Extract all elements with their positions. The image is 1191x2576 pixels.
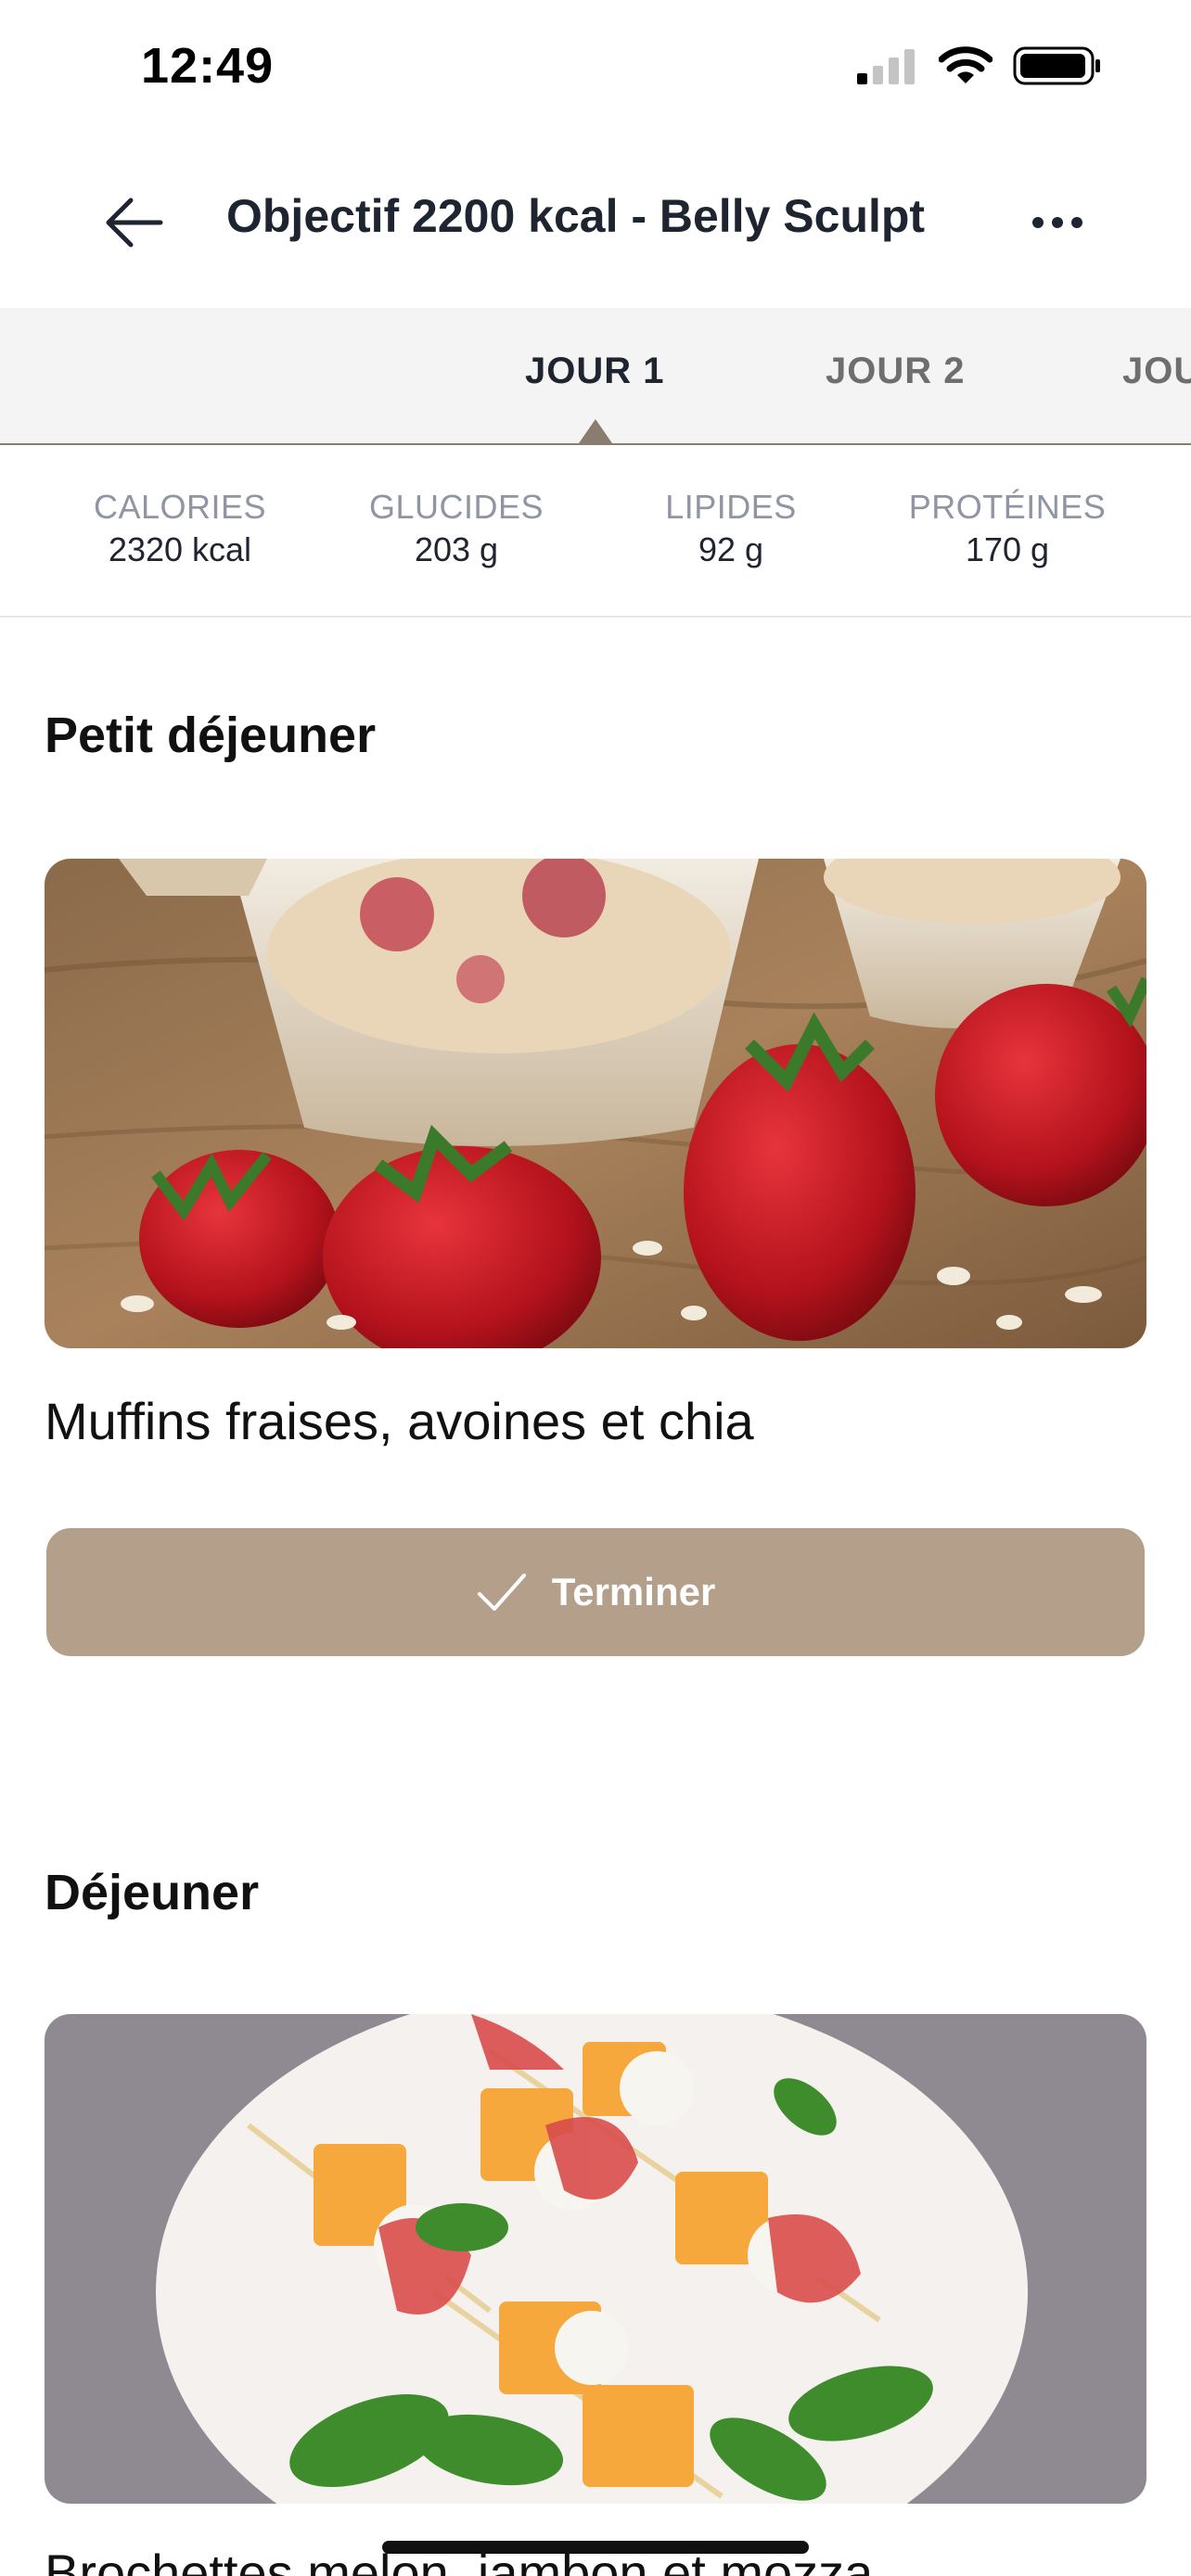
arrow-left-icon [106, 198, 163, 248]
macro-label: PROTÉINES [908, 488, 1107, 526]
status-icons [857, 46, 1102, 85]
home-indicator [382, 2541, 809, 2554]
melon-ham-skewers-photo [45, 2014, 1146, 2504]
macro-summary: CALORIES 2320 kcal GLUCIDES 203 g LIPIDE… [0, 445, 1191, 618]
status-bar: 12:49 [0, 0, 1191, 139]
cellular-signal-icon [857, 49, 915, 84]
page-title: Objectif 2200 kcal - Belly Sculpt [226, 190, 926, 242]
terminer-button[interactable]: Terminer [46, 1528, 1145, 1656]
macro-calories: CALORIES 2320 kcal [59, 488, 301, 569]
macro-label: LIPIDES [665, 488, 797, 526]
checkmark-icon [477, 1574, 526, 1611]
wifi-icon [939, 46, 992, 83]
macro-value: 170 g [965, 530, 1050, 568]
section-title-breakfast: Petit déjeuner [45, 708, 377, 763]
macro-label: CALORIES [93, 488, 267, 526]
more-horizontal-icon [1032, 217, 1082, 228]
macro-value: 203 g [414, 530, 499, 568]
macro-proteines: PROTÉINES 170 g [887, 488, 1128, 569]
macro-lipides: LIPIDES 92 g [610, 488, 852, 569]
more-options-button[interactable] [1020, 195, 1095, 250]
macro-value: 92 g [698, 530, 764, 568]
status-time: 12:49 [141, 38, 275, 94]
meal-name-muffins[interactable]: Muffins fraises, avoines et chia [45, 1391, 754, 1451]
day-tabs: JOUR 1 JOUR 2 JOUR 3 [0, 308, 1191, 445]
nav-header: Objectif 2200 kcal - Belly Sculpt [0, 139, 1191, 308]
meal-image-brochettes[interactable] [45, 2014, 1146, 2504]
macro-label: GLUCIDES [368, 488, 544, 526]
terminer-button-label: Terminer [551, 1570, 716, 1613]
section-title-lunch: Déjeuner [45, 1865, 260, 1920]
tab-jour-1[interactable]: JOUR 1 [525, 351, 665, 392]
macro-glucides: GLUCIDES 203 g [336, 488, 577, 569]
back-button[interactable] [96, 185, 171, 260]
muffins-strawberries-photo [45, 859, 1146, 1348]
active-tab-indicator [579, 419, 612, 443]
macro-value: 2320 kcal [108, 530, 252, 568]
tab-jour-3[interactable]: JOUR 3 [1122, 351, 1191, 392]
meal-image-muffins[interactable] [45, 859, 1146, 1348]
tab-jour-2[interactable]: JOUR 2 [826, 351, 966, 392]
battery-icon [1013, 46, 1100, 85]
screen: 12:49 Objectif 2200 kcal - Belly Sculpt … [0, 0, 1191, 2576]
